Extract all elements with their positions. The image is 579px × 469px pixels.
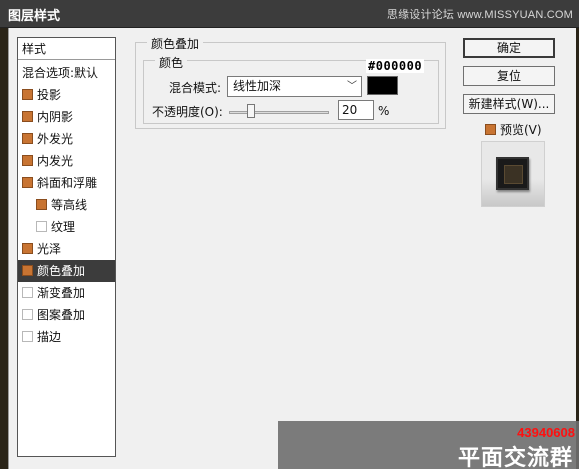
blend-mode-select[interactable]: 线性加深 ﹀ [227, 76, 362, 97]
sidebar-item-label: 内阴影 [37, 110, 74, 124]
style-list: 样式 混合选项:默认 投影 内阴影 外发光 内发光 斜面和浮雕 等高线 纹理 光… [17, 37, 116, 457]
background-frame-left [0, 28, 8, 469]
sidebar-item-outer-glow[interactable]: 外发光 [18, 128, 115, 150]
sidebar-item-label: 投影 [37, 88, 62, 102]
opacity-unit: % [378, 104, 390, 118]
reset-button[interactable]: 复位 [463, 66, 555, 86]
sidebar-item-contour[interactable]: 等高线 [18, 194, 115, 216]
checkbox-icon[interactable] [22, 243, 33, 254]
site-watermark: 思缘设计论坛 www.MISSYUAN.COM [386, 9, 573, 21]
chevron-down-icon: ﹀ [347, 81, 357, 92]
sidebar-item-label: 颜色叠加 [37, 264, 86, 278]
sidebar-item-label: 外发光 [37, 132, 74, 146]
style-preview-thumbnail [496, 157, 529, 190]
sidebar-item-label: 内发光 [37, 154, 74, 168]
checkbox-icon[interactable] [36, 199, 47, 210]
checkbox-icon[interactable] [22, 133, 33, 144]
ok-button[interactable]: 确定 [463, 38, 555, 58]
style-list-header[interactable]: 样式 [18, 38, 115, 60]
color-subgroup-title: 颜色 [155, 54, 188, 71]
sidebar-item-color-overlay[interactable]: 颜色叠加 [18, 260, 115, 282]
checkbox-icon[interactable] [22, 309, 33, 320]
sidebar-item-texture[interactable]: 纹理 [18, 216, 115, 238]
color-swatch[interactable] [367, 76, 398, 95]
preview-toggle[interactable]: 预览(V) [485, 121, 542, 138]
sidebar-item-label: 图案叠加 [37, 308, 86, 322]
color-hex-label: #000000 [366, 59, 425, 73]
opacity-input[interactable]: 20 [338, 100, 374, 120]
opacity-slider-thumb[interactable] [247, 104, 255, 118]
layer-style-dialog: 样式 混合选项:默认 投影 内阴影 外发光 内发光 斜面和浮雕 等高线 纹理 光… [8, 28, 576, 469]
sidebar-item-inner-glow[interactable]: 内发光 [18, 150, 115, 172]
group-banner-text: 平面交流群 [457, 446, 573, 469]
sidebar-item-inner-shadow[interactable]: 内阴影 [18, 106, 115, 128]
checkbox-icon[interactable] [22, 331, 33, 342]
title-bar: 图层样式 思缘设计论坛 www.MISSYUAN.COM [0, 0, 579, 28]
sidebar-item-stroke[interactable]: 描边 [18, 326, 115, 348]
blend-mode-value: 线性加深 [233, 79, 282, 93]
sidebar-item-label: 纹理 [51, 220, 76, 234]
checkbox-icon[interactable] [22, 265, 33, 276]
sidebar-item-label: 等高线 [51, 198, 88, 212]
checkbox-icon[interactable] [22, 287, 33, 298]
checkbox-icon[interactable] [22, 89, 33, 100]
new-style-button[interactable]: 新建样式(W)... [463, 94, 555, 114]
group-number: 43940608 [517, 425, 575, 440]
checkbox-icon[interactable] [22, 111, 33, 122]
sidebar-item-drop-shadow[interactable]: 投影 [18, 84, 115, 106]
sidebar-item-bevel-emboss[interactable]: 斜面和浮雕 [18, 172, 115, 194]
checkbox-icon[interactable] [485, 124, 496, 135]
sidebar-item-label: 光泽 [37, 242, 62, 256]
checkbox-icon[interactable] [36, 221, 47, 232]
checkbox-icon[interactable] [22, 155, 33, 166]
blend-options-item[interactable]: 混合选项:默认 [18, 62, 115, 84]
sidebar-item-label: 渐变叠加 [37, 286, 86, 300]
dialog-title: 图层样式 [8, 9, 61, 24]
color-overlay-title: 颜色叠加 [147, 35, 204, 52]
sidebar-item-pattern-overlay[interactable]: 图案叠加 [18, 304, 115, 326]
blend-mode-label: 混合模式: [169, 81, 222, 95]
preview-label: 预览(V) [500, 123, 542, 137]
sidebar-item-label: 斜面和浮雕 [37, 176, 98, 190]
sidebar-item-satin[interactable]: 光泽 [18, 238, 115, 260]
opacity-label: 不透明度(O): [152, 105, 223, 119]
sidebar-item-gradient-overlay[interactable]: 渐变叠加 [18, 282, 115, 304]
sidebar-item-label: 描边 [37, 330, 62, 344]
checkbox-icon[interactable] [22, 177, 33, 188]
opacity-slider-track[interactable] [229, 111, 329, 114]
